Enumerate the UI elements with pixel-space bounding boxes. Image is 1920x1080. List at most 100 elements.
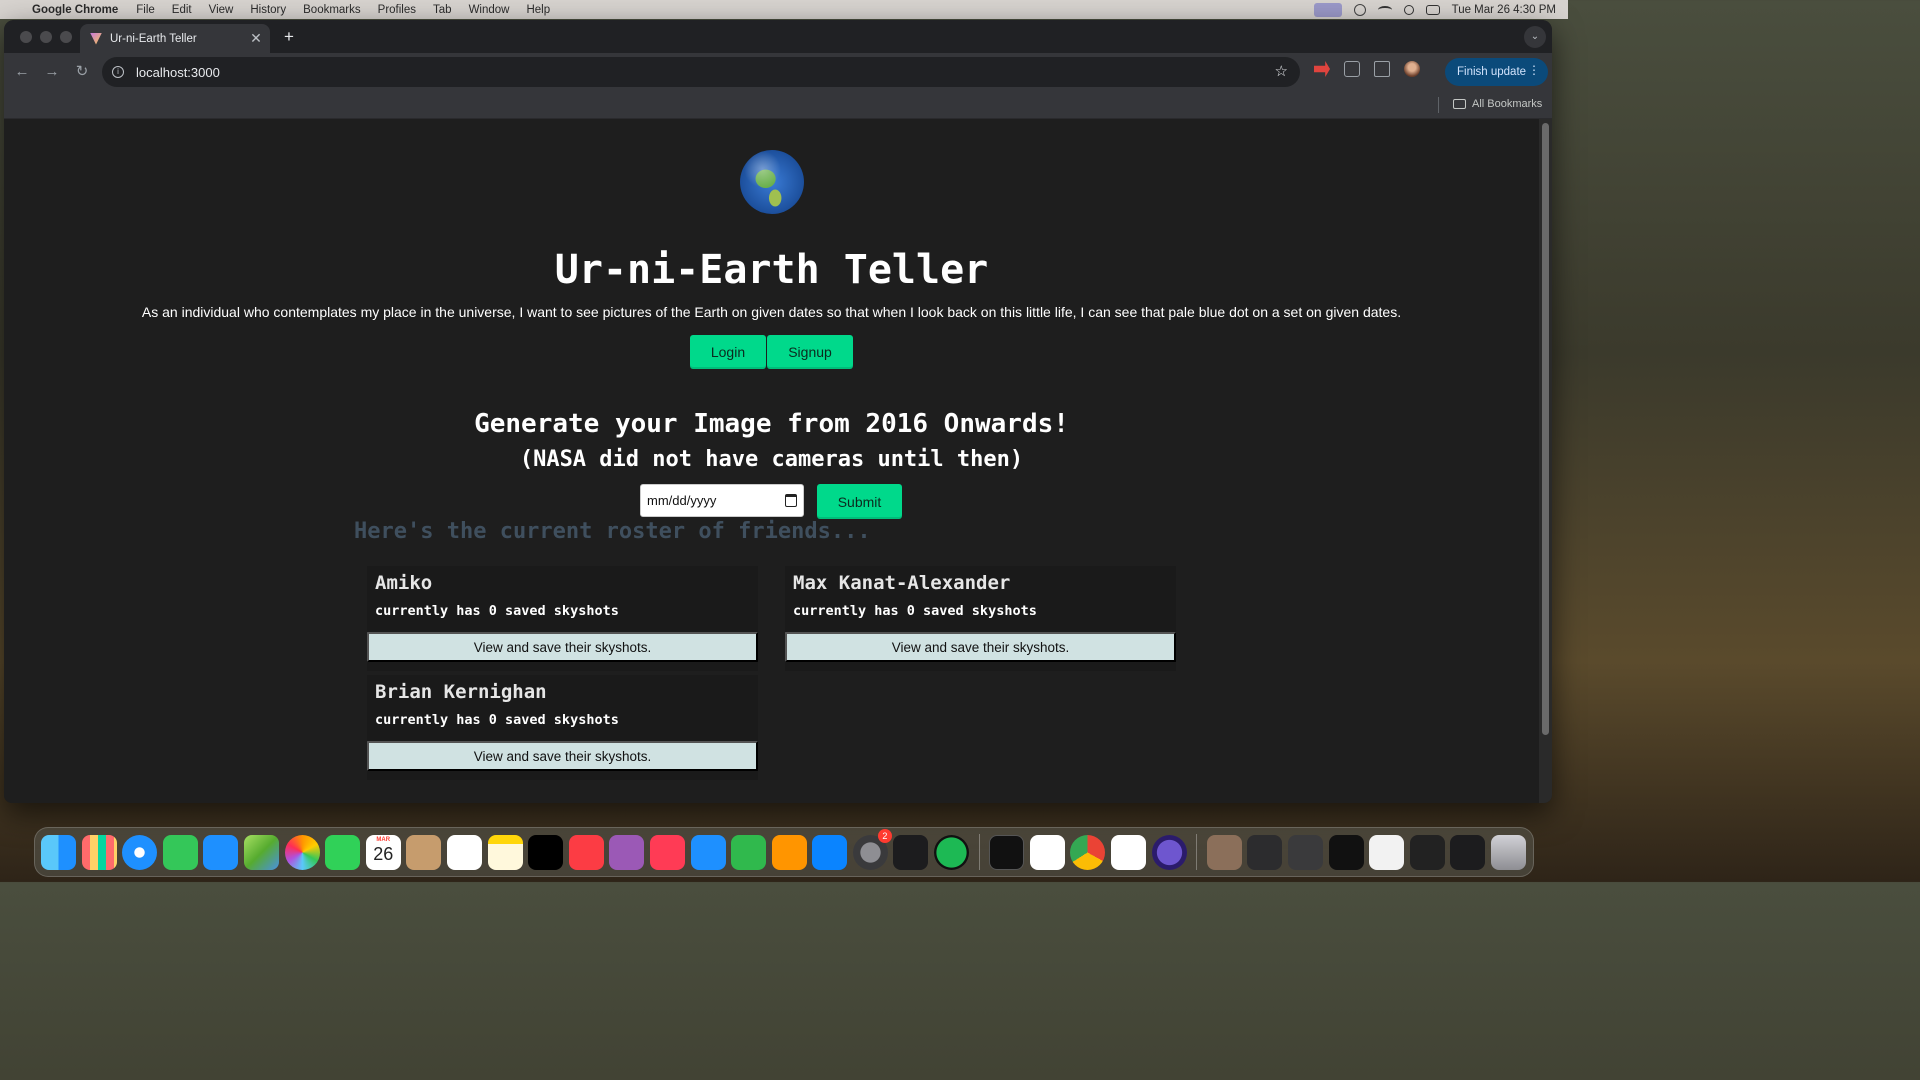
menu-tab[interactable]: Tab <box>433 4 452 16</box>
screen-mirroring-icon[interactable] <box>1313 2 1342 17</box>
arc-browser-icon[interactable] <box>1151 834 1187 870</box>
extension-icon[interactable] <box>1314 61 1330 77</box>
scrollbar-thumb[interactable] <box>1542 123 1549 735</box>
view-skyshots-button[interactable]: View and save their skyshots. <box>367 632 758 662</box>
keynote-icon[interactable] <box>690 834 726 870</box>
trash-icon[interactable] <box>1490 834 1526 870</box>
apple-tv-icon[interactable] <box>528 834 564 870</box>
date-input[interactable]: mm/dd/yyyy <box>640 484 804 517</box>
recent-window-icon[interactable] <box>1369 834 1405 870</box>
all-bookmarks-button[interactable]: All Bookmarks <box>1453 98 1542 110</box>
login-button[interactable]: Login <box>690 335 766 369</box>
dock-separator <box>1196 834 1198 870</box>
roster-heading: Here's the current roster of friends... <box>354 519 871 544</box>
tab-strip: Ur-ni-Earth Teller ✕ + ⌄ <box>4 20 1552 53</box>
friend-name: Max Kanat-Alexander <box>793 572 1011 594</box>
site-info-icon[interactable]: i <box>112 66 124 78</box>
launchpad-icon[interactable] <box>81 834 117 870</box>
contacts-icon[interactable] <box>406 834 442 870</box>
app-store-icon[interactable] <box>812 834 848 870</box>
numbers-icon[interactable] <box>731 834 767 870</box>
side-panel-icon[interactable] <box>1374 61 1390 77</box>
menu-window[interactable]: Window <box>469 4 510 16</box>
rubymine-icon[interactable] <box>893 834 929 870</box>
new-tab-icon[interactable]: + <box>280 28 298 46</box>
signup-button[interactable]: Signup <box>767 335 853 369</box>
address-bar[interactable]: i localhost:3000 ☆ <box>102 57 1300 87</box>
page-scrollbar[interactable] <box>1539 119 1552 803</box>
friend-skyshot-count: currently has 0 saved skyshots <box>793 603 1037 619</box>
menu-history[interactable]: History <box>250 4 286 16</box>
friend-card: Max Kanat-Alexander currently has 0 save… <box>785 566 1176 671</box>
reminders-icon[interactable] <box>446 834 482 870</box>
bookmark-star-icon[interactable]: ☆ <box>1275 62 1288 80</box>
maps-icon[interactable] <box>243 834 279 870</box>
submit-button[interactable]: Submit <box>817 484 902 519</box>
tab-active[interactable]: Ur-ni-Earth Teller ✕ <box>80 24 270 53</box>
forward-icon[interactable]: → <box>38 58 66 86</box>
view-skyshots-button[interactable]: View and save their skyshots. <box>367 741 758 771</box>
tab-search-icon[interactable]: ⌄ <box>1524 26 1546 48</box>
music-icon[interactable] <box>568 834 604 870</box>
pages-icon[interactable] <box>771 834 807 870</box>
calendar-picker-icon[interactable] <box>785 494 797 507</box>
globe-icon <box>740 150 804 214</box>
messages-icon[interactable] <box>162 834 198 870</box>
menu-bar-clock[interactable]: Tue Mar 26 4:30 PM <box>1452 4 1556 16</box>
spotlight-search-icon[interactable] <box>1403 4 1414 15</box>
recent-window-icon[interactable] <box>1328 834 1364 870</box>
view-skyshots-button[interactable]: View and save their skyshots. <box>785 632 1176 662</box>
page-tagline: As an individual who contemplates my pla… <box>141 304 1402 320</box>
wifi-icon[interactable] <box>1377 5 1392 14</box>
recent-window-icon[interactable] <box>1288 834 1323 870</box>
recent-window-icon[interactable] <box>1247 834 1283 870</box>
recent-window-icon[interactable] <box>1409 834 1445 870</box>
menu-app-name[interactable]: Google Chrome <box>32 4 118 16</box>
menu-help[interactable]: Help <box>526 4 550 16</box>
mongodb-compass-icon[interactable] <box>1029 834 1065 870</box>
menu-view[interactable]: View <box>209 4 234 16</box>
macos-menu-bar: Google Chrome File Edit View History Boo… <box>0 0 1568 19</box>
recent-document-icon[interactable] <box>1206 834 1242 870</box>
url-text[interactable]: localhost:3000 <box>136 65 220 80</box>
minimize-window-button[interactable] <box>40 31 52 43</box>
calendar-day: 26 <box>373 843 394 864</box>
menu-bookmarks[interactable]: Bookmarks <box>303 4 361 16</box>
calendar-icon[interactable]: MAR 26 <box>365 834 401 870</box>
podcasts-icon[interactable] <box>609 834 645 870</box>
spotify-icon[interactable] <box>934 834 970 870</box>
profile-avatar[interactable] <box>1404 61 1420 77</box>
browser-window: Ur-ni-Earth Teller ✕ + ⌄ ← → ↻ i localho… <box>4 20 1552 803</box>
extensions-puzzle-icon[interactable] <box>1344 61 1360 77</box>
finder-icon[interactable] <box>41 834 76 870</box>
finish-update-label: Finish update <box>1457 66 1527 78</box>
facetime-icon[interactable] <box>325 834 361 870</box>
reload-icon[interactable]: ↻ <box>68 58 96 86</box>
menu-profiles[interactable]: Profiles <box>378 4 416 16</box>
finish-update-button[interactable]: Finish update ⋮ <box>1445 58 1548 86</box>
bookmarks-bar: All Bookmarks <box>4 91 1552 119</box>
back-icon[interactable]: ← <box>8 58 36 86</box>
recent-window-icon[interactable] <box>1450 834 1486 870</box>
generate-heading: Generate your Image from 2016 Onwards! <box>474 409 1069 439</box>
notes-icon[interactable] <box>487 834 523 870</box>
mail-icon[interactable] <box>203 834 239 870</box>
menu-file[interactable]: File <box>136 4 155 16</box>
terminal-icon[interactable] <box>989 834 1025 870</box>
photos-icon[interactable] <box>284 834 320 870</box>
menu-edit[interactable]: Edit <box>172 4 192 16</box>
control-center-icon[interactable] <box>1425 4 1440 15</box>
close-window-button[interactable] <box>20 31 32 43</box>
site-favicon-icon <box>90 32 102 45</box>
chrome-icon[interactable] <box>1070 834 1106 870</box>
zoom-window-button[interactable] <box>60 31 72 43</box>
safari-icon[interactable] <box>122 834 158 870</box>
more-menu-icon[interactable]: ⋮ <box>1528 63 1540 77</box>
news-icon[interactable] <box>649 834 685 870</box>
system-settings-icon[interactable]: 2 <box>852 828 892 870</box>
close-tab-icon[interactable]: ✕ <box>248 30 264 46</box>
browser-toolbar: ← → ↻ i localhost:3000 ☆ Finish update ⋮ <box>4 53 1552 91</box>
now-playing-icon[interactable] <box>1353 3 1366 16</box>
vscode-icon[interactable] <box>1111 834 1147 870</box>
friend-skyshot-count: currently has 0 saved skyshots <box>375 603 619 619</box>
